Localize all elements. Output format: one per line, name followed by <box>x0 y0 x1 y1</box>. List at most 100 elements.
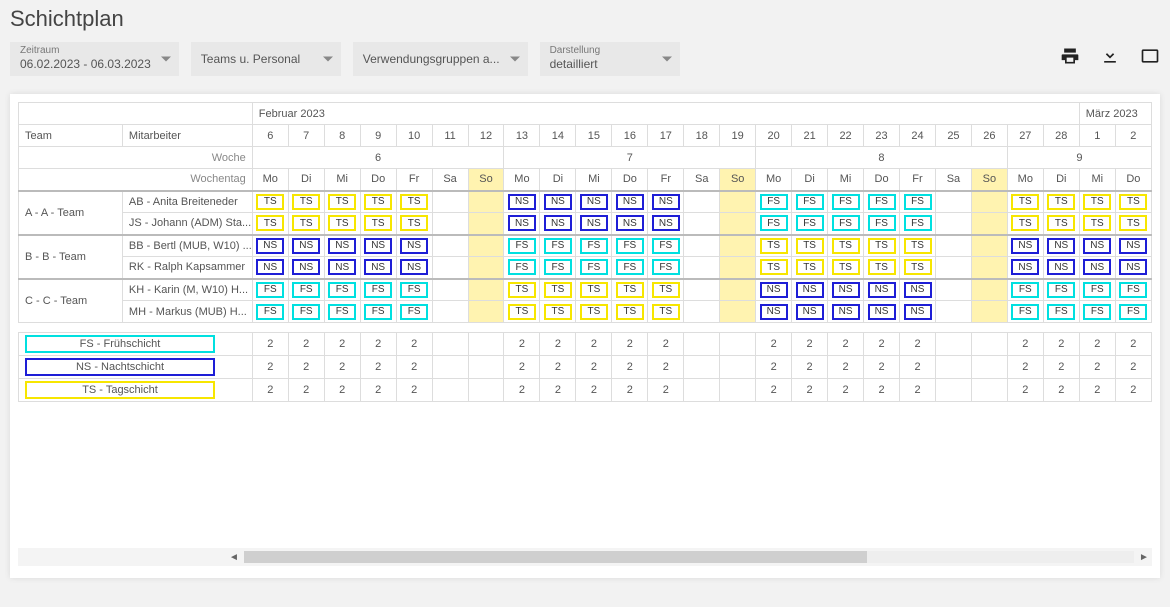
shift-chip-ts[interactable]: TS <box>1011 194 1039 210</box>
shift-cell[interactable]: NS <box>648 191 684 213</box>
shift-cell[interactable]: TS <box>864 257 900 279</box>
shift-chip-fs[interactable]: FS <box>652 238 680 254</box>
shift-cell[interactable]: TS <box>396 213 432 235</box>
shift-chip-ts[interactable]: TS <box>868 259 896 275</box>
shift-chip-fs[interactable]: FS <box>328 282 356 298</box>
shift-chip-fs[interactable]: FS <box>760 194 788 210</box>
shift-chip-ns[interactable]: NS <box>1047 259 1075 275</box>
shift-cell[interactable]: FS <box>252 301 288 323</box>
shift-cell[interactable]: TS <box>504 279 540 301</box>
shift-cell[interactable]: TS <box>324 213 360 235</box>
shift-chip-ns[interactable]: NS <box>1083 259 1111 275</box>
shift-cell[interactable]: TS <box>540 279 576 301</box>
shift-chip-ts[interactable]: TS <box>760 259 788 275</box>
shift-chip-ts[interactable]: TS <box>508 304 536 320</box>
shift-chip-ns[interactable]: NS <box>400 238 428 254</box>
shift-chip-ns[interactable]: NS <box>292 259 320 275</box>
shift-chip-ns[interactable]: NS <box>400 259 428 275</box>
shift-cell[interactable]: FS <box>612 257 648 279</box>
shift-chip-fs[interactable]: FS <box>256 304 284 320</box>
shift-cell[interactable]: TS <box>756 235 792 257</box>
shift-chip-ts[interactable]: TS <box>580 282 608 298</box>
shift-chip-fs[interactable]: FS <box>400 304 428 320</box>
shift-chip-fs[interactable]: FS <box>904 194 932 210</box>
shift-cell[interactable]: NS <box>252 257 288 279</box>
shift-cell[interactable]: TS <box>792 235 828 257</box>
shift-chip-ts[interactable]: TS <box>1083 215 1111 231</box>
shift-cell[interactable]: NS <box>324 235 360 257</box>
shift-chip-fs[interactable]: FS <box>1047 282 1075 298</box>
shift-cell[interactable]: NS <box>540 213 576 235</box>
shift-cell[interactable]: FS <box>792 213 828 235</box>
shift-cell[interactable]: FS <box>324 301 360 323</box>
shift-cell[interactable]: TS <box>828 257 864 279</box>
shift-cell[interactable]: TS <box>252 191 288 213</box>
shift-chip-ns[interactable]: NS <box>868 304 896 320</box>
shift-cell[interactable]: NS <box>252 235 288 257</box>
shift-cell[interactable]: FS <box>252 279 288 301</box>
shift-cell[interactable]: NS <box>288 235 324 257</box>
shift-chip-ts[interactable]: TS <box>256 215 284 231</box>
shift-chip-ns[interactable]: NS <box>652 194 680 210</box>
shift-cell[interactable]: TS <box>576 301 612 323</box>
shift-cell[interactable]: NS <box>1115 235 1151 257</box>
shift-cell[interactable]: FS <box>828 191 864 213</box>
shift-cell[interactable]: FS <box>1115 301 1151 323</box>
shift-chip-ts[interactable]: TS <box>616 282 644 298</box>
shift-cell[interactable]: TS <box>324 191 360 213</box>
shift-cell[interactable]: NS <box>540 191 576 213</box>
print-icon[interactable] <box>1060 46 1080 72</box>
shift-cell[interactable]: TS <box>1115 191 1151 213</box>
shift-cell[interactable]: TS <box>396 191 432 213</box>
filter-view-mode[interactable]: Darstellung detailliert <box>540 42 680 76</box>
shift-cell[interactable]: TS <box>1007 191 1043 213</box>
shift-chip-ts[interactable]: TS <box>904 259 932 275</box>
shift-cell[interactable]: FS <box>540 235 576 257</box>
shift-cell[interactable]: FS <box>1079 279 1115 301</box>
shift-cell[interactable]: FS <box>648 235 684 257</box>
shift-cell[interactable]: NS <box>828 301 864 323</box>
shift-chip-ts[interactable]: TS <box>292 194 320 210</box>
shift-cell[interactable]: FS <box>504 235 540 257</box>
shift-cell[interactable]: NS <box>396 235 432 257</box>
shift-chip-ns[interactable]: NS <box>580 194 608 210</box>
shift-cell[interactable]: FS <box>648 257 684 279</box>
shift-cell[interactable]: NS <box>756 301 792 323</box>
shift-chip-fs[interactable]: FS <box>1011 282 1039 298</box>
shift-chip-ts[interactable]: TS <box>256 194 284 210</box>
shift-chip-fs[interactable]: FS <box>1083 304 1111 320</box>
shift-cell[interactable]: FS <box>396 279 432 301</box>
shift-chip-ns[interactable]: NS <box>364 259 392 275</box>
shift-cell[interactable]: FS <box>612 235 648 257</box>
shift-chip-ts[interactable]: TS <box>364 194 392 210</box>
shift-chip-fs[interactable]: FS <box>328 304 356 320</box>
shift-chip-ts[interactable]: TS <box>328 215 356 231</box>
shift-cell[interactable]: FS <box>828 213 864 235</box>
shift-cell[interactable]: FS <box>576 235 612 257</box>
shift-cell[interactable]: NS <box>1079 257 1115 279</box>
shift-chip-fs[interactable]: FS <box>544 259 572 275</box>
scroll-left-arrow[interactable]: ◄ <box>226 549 242 565</box>
shift-cell[interactable]: FS <box>864 213 900 235</box>
shift-cell[interactable]: NS <box>504 213 540 235</box>
shift-chip-ns[interactable]: NS <box>328 238 356 254</box>
shift-cell[interactable]: FS <box>756 213 792 235</box>
shift-cell[interactable]: NS <box>792 301 828 323</box>
shift-cell[interactable]: NS <box>1007 257 1043 279</box>
shift-cell[interactable]: FS <box>288 301 324 323</box>
shift-chip-ts[interactable]: TS <box>904 238 932 254</box>
shift-cell[interactable]: NS <box>288 257 324 279</box>
shift-cell[interactable]: NS <box>360 235 396 257</box>
shift-chip-fs[interactable]: FS <box>1119 282 1147 298</box>
shift-cell[interactable]: NS <box>756 279 792 301</box>
shift-cell[interactable]: FS <box>324 279 360 301</box>
shift-chip-fs[interactable]: FS <box>652 259 680 275</box>
shift-cell[interactable]: TS <box>540 301 576 323</box>
shift-chip-ns[interactable]: NS <box>796 282 824 298</box>
shift-chip-ns[interactable]: NS <box>256 259 284 275</box>
shift-cell[interactable]: TS <box>900 235 936 257</box>
shift-chip-ns[interactable]: NS <box>904 282 932 298</box>
shift-chip-ts[interactable]: TS <box>1011 215 1039 231</box>
shift-cell[interactable]: TS <box>1007 213 1043 235</box>
shift-chip-fs[interactable]: FS <box>1083 282 1111 298</box>
